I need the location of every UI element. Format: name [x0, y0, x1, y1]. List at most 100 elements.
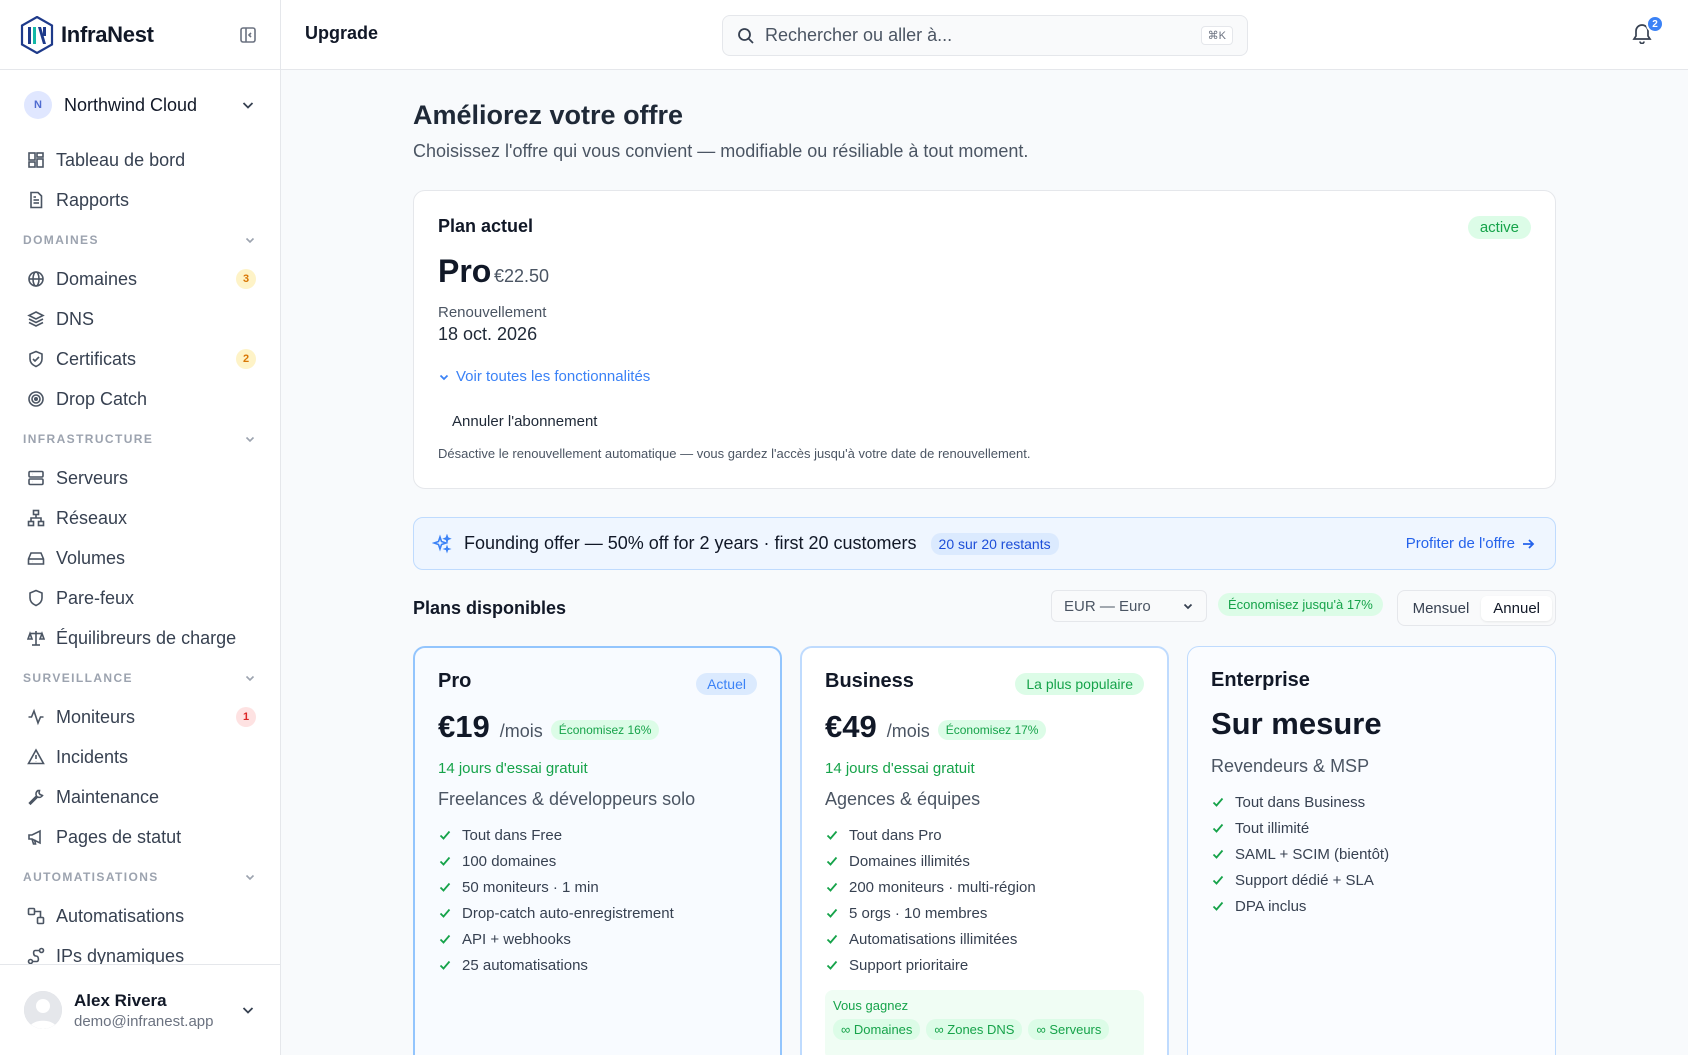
- check-icon: [1211, 873, 1225, 887]
- nav-item-reports[interactable]: Rapports: [0, 180, 280, 220]
- plan-card-pro[interactable]: Pro Actuel €19 /mois Économisez 16% 14 j…: [413, 646, 782, 1055]
- nav-top: Tableau de bord Rapports: [0, 140, 280, 220]
- plan-card-enterprise[interactable]: Enterprise Sur mesure Revendeurs & MSP T…: [1187, 646, 1556, 1055]
- shield-icon: [26, 588, 46, 608]
- layers-icon: [26, 309, 46, 329]
- feature-item: 100 domaines: [438, 848, 757, 874]
- page-breadcrumb: Upgrade: [305, 23, 379, 43]
- shield-check-icon: [26, 349, 46, 369]
- nav-item-label: Tableau de bord: [56, 149, 186, 170]
- feature-item: Tout dans Business: [1211, 789, 1532, 815]
- view-features-link[interactable]: Voir toutes les fonctionnalités: [438, 368, 650, 385]
- feature-item: Drop-catch auto-enregistrement: [438, 900, 757, 926]
- search-input[interactable]: Rechercher ou aller à... ⌘K: [722, 15, 1248, 56]
- user-info: Alex Rivera demo@infranest.app: [74, 991, 213, 1030]
- nav-item-certificates[interactable]: Certificats 2: [0, 339, 280, 379]
- feature-label: Tout illimité: [1235, 819, 1310, 837]
- logo-icon: [20, 15, 54, 54]
- nav-item-label: Volumes: [56, 547, 126, 568]
- feature-label: 25 automatisations: [462, 956, 588, 974]
- price-row: €19 /mois Économisez 16%: [438, 709, 757, 745]
- plan-audience: Revendeurs & MSP: [1211, 756, 1370, 776]
- feature-label: Support dédié + SLA: [1235, 871, 1374, 889]
- feature-item: Tout illimité: [1211, 815, 1532, 841]
- chevron-down-icon: [240, 1002, 256, 1018]
- nav-item-label: Drop Catch: [56, 388, 148, 409]
- currency-select[interactable]: EUR — Euro: [1051, 590, 1207, 622]
- user-menu[interactable]: Alex Rivera demo@infranest.app: [0, 964, 280, 1055]
- nav-item-domains[interactable]: Domaines 3: [0, 259, 280, 299]
- plan-audience: Agences & équipes: [825, 789, 981, 809]
- nav-item-automations[interactable]: Automatisations: [0, 896, 280, 936]
- check-icon: [1211, 899, 1225, 913]
- nav-item-label: Certificats: [56, 348, 137, 369]
- count-badge: 3: [236, 269, 256, 289]
- feature-label: 200 moniteurs · multi-région: [849, 878, 1036, 896]
- check-icon: [438, 828, 452, 842]
- gains-title: Vous gagnez: [833, 998, 909, 1013]
- nav-item-status-pages[interactable]: Pages de statut: [0, 817, 280, 857]
- wrench-icon: [26, 787, 46, 807]
- app-name: InfraNest: [61, 21, 154, 47]
- claim-offer-label: Profiter de l'offre: [1405, 535, 1515, 552]
- status-badge: active: [1467, 216, 1531, 239]
- nav-section-domains[interactable]: DOMAINES: [0, 220, 280, 259]
- check-icon: [825, 958, 839, 972]
- feature-label: 100 domaines: [462, 852, 557, 870]
- feature-label: Tout dans Free: [462, 826, 563, 844]
- nav-item-incidents[interactable]: Incidents: [0, 737, 280, 777]
- chevron-down-icon: [244, 433, 256, 445]
- nav-item-dashboard[interactable]: Tableau de bord: [0, 140, 280, 180]
- current-plan-name: Pro: [438, 253, 492, 289]
- feature-item: 5 orgs · 10 membres: [825, 900, 1144, 926]
- nav-item-firewalls[interactable]: Pare-feux: [0, 578, 280, 618]
- feature-label: Tout dans Pro: [849, 826, 942, 844]
- section-label: DOMAINES: [23, 232, 99, 247]
- nav-item-dns[interactable]: DNS: [0, 299, 280, 339]
- plan-save-badge: Économisez 16%: [550, 720, 660, 740]
- nav-item-servers[interactable]: Serveurs: [0, 458, 280, 498]
- cancel-subscription-button[interactable]: Annuler l'abonnement: [452, 413, 597, 430]
- billing-monthly-option[interactable]: Mensuel: [1401, 596, 1482, 621]
- org-switcher[interactable]: N Northwind Cloud: [0, 70, 280, 140]
- warning-icon: [26, 747, 46, 767]
- nav-item-label: Maintenance: [56, 786, 160, 807]
- section-label: SURVEILLANCE: [23, 670, 133, 685]
- nav-item-load-balancers[interactable]: Équilibreurs de charge: [0, 618, 280, 658]
- plan-card-business[interactable]: Business La plus populaire €49 /mois Éco…: [800, 646, 1169, 1055]
- gains-chips: ∞ Domaines ∞ Zones DNS ∞ Serveurs: [833, 1019, 1136, 1040]
- count-badge: 1: [236, 707, 256, 727]
- nav-item-monitors[interactable]: Moniteurs 1: [0, 697, 280, 737]
- nav-item-label: Pare-feux: [56, 587, 135, 608]
- claim-offer-link[interactable]: Profiter de l'offre: [1406, 535, 1535, 552]
- gain-chip: ∞ Domaines: [833, 1019, 921, 1040]
- feature-label: 50 moniteurs · 1 min: [462, 878, 599, 896]
- feature-label: Domaines illimités: [849, 852, 970, 870]
- check-icon: [438, 932, 452, 946]
- notification-badge: 2: [1646, 15, 1664, 33]
- feature-item: API + webhooks: [438, 926, 757, 952]
- globe-icon: [26, 269, 46, 289]
- nav-item-volumes[interactable]: Volumes: [0, 538, 280, 578]
- main-content: Améliorez votre offre Choisissez l'offre…: [413, 70, 1556, 1055]
- feature-item: 200 moniteurs · multi-région: [825, 874, 1144, 900]
- nav-item-networks[interactable]: Réseaux: [0, 498, 280, 538]
- org-name: Northwind Cloud: [64, 94, 198, 115]
- sidebar-collapse-button[interactable]: [236, 23, 260, 47]
- gain-chip: ∞ Serveurs: [1028, 1019, 1110, 1040]
- feature-item: 50 moniteurs · 1 min: [438, 874, 757, 900]
- nav-item-label: Serveurs: [56, 467, 129, 488]
- nav-item-drop-catch[interactable]: Drop Catch: [0, 379, 280, 419]
- nav-section-monitoring[interactable]: SURVEILLANCE: [0, 658, 280, 697]
- feature-item: 25 automatisations: [438, 952, 757, 978]
- nav-item-maintenance[interactable]: Maintenance: [0, 777, 280, 817]
- dynamic-ip-icon: [26, 946, 46, 966]
- feature-item: Automatisations illimitées: [825, 926, 1144, 952]
- feature-label: Drop-catch auto-enregistrement: [462, 904, 674, 922]
- nav-section-automations[interactable]: AUTOMATISATIONS: [0, 857, 280, 896]
- billing-annual-option[interactable]: Annuel: [1481, 595, 1552, 621]
- nav-section-infrastructure[interactable]: INFRASTRUCTURE: [0, 419, 280, 458]
- offer-remaining-badge: 20 sur 20 restants: [930, 532, 1059, 555]
- avatar: [24, 991, 62, 1029]
- notifications-button[interactable]: 2: [1632, 15, 1664, 46]
